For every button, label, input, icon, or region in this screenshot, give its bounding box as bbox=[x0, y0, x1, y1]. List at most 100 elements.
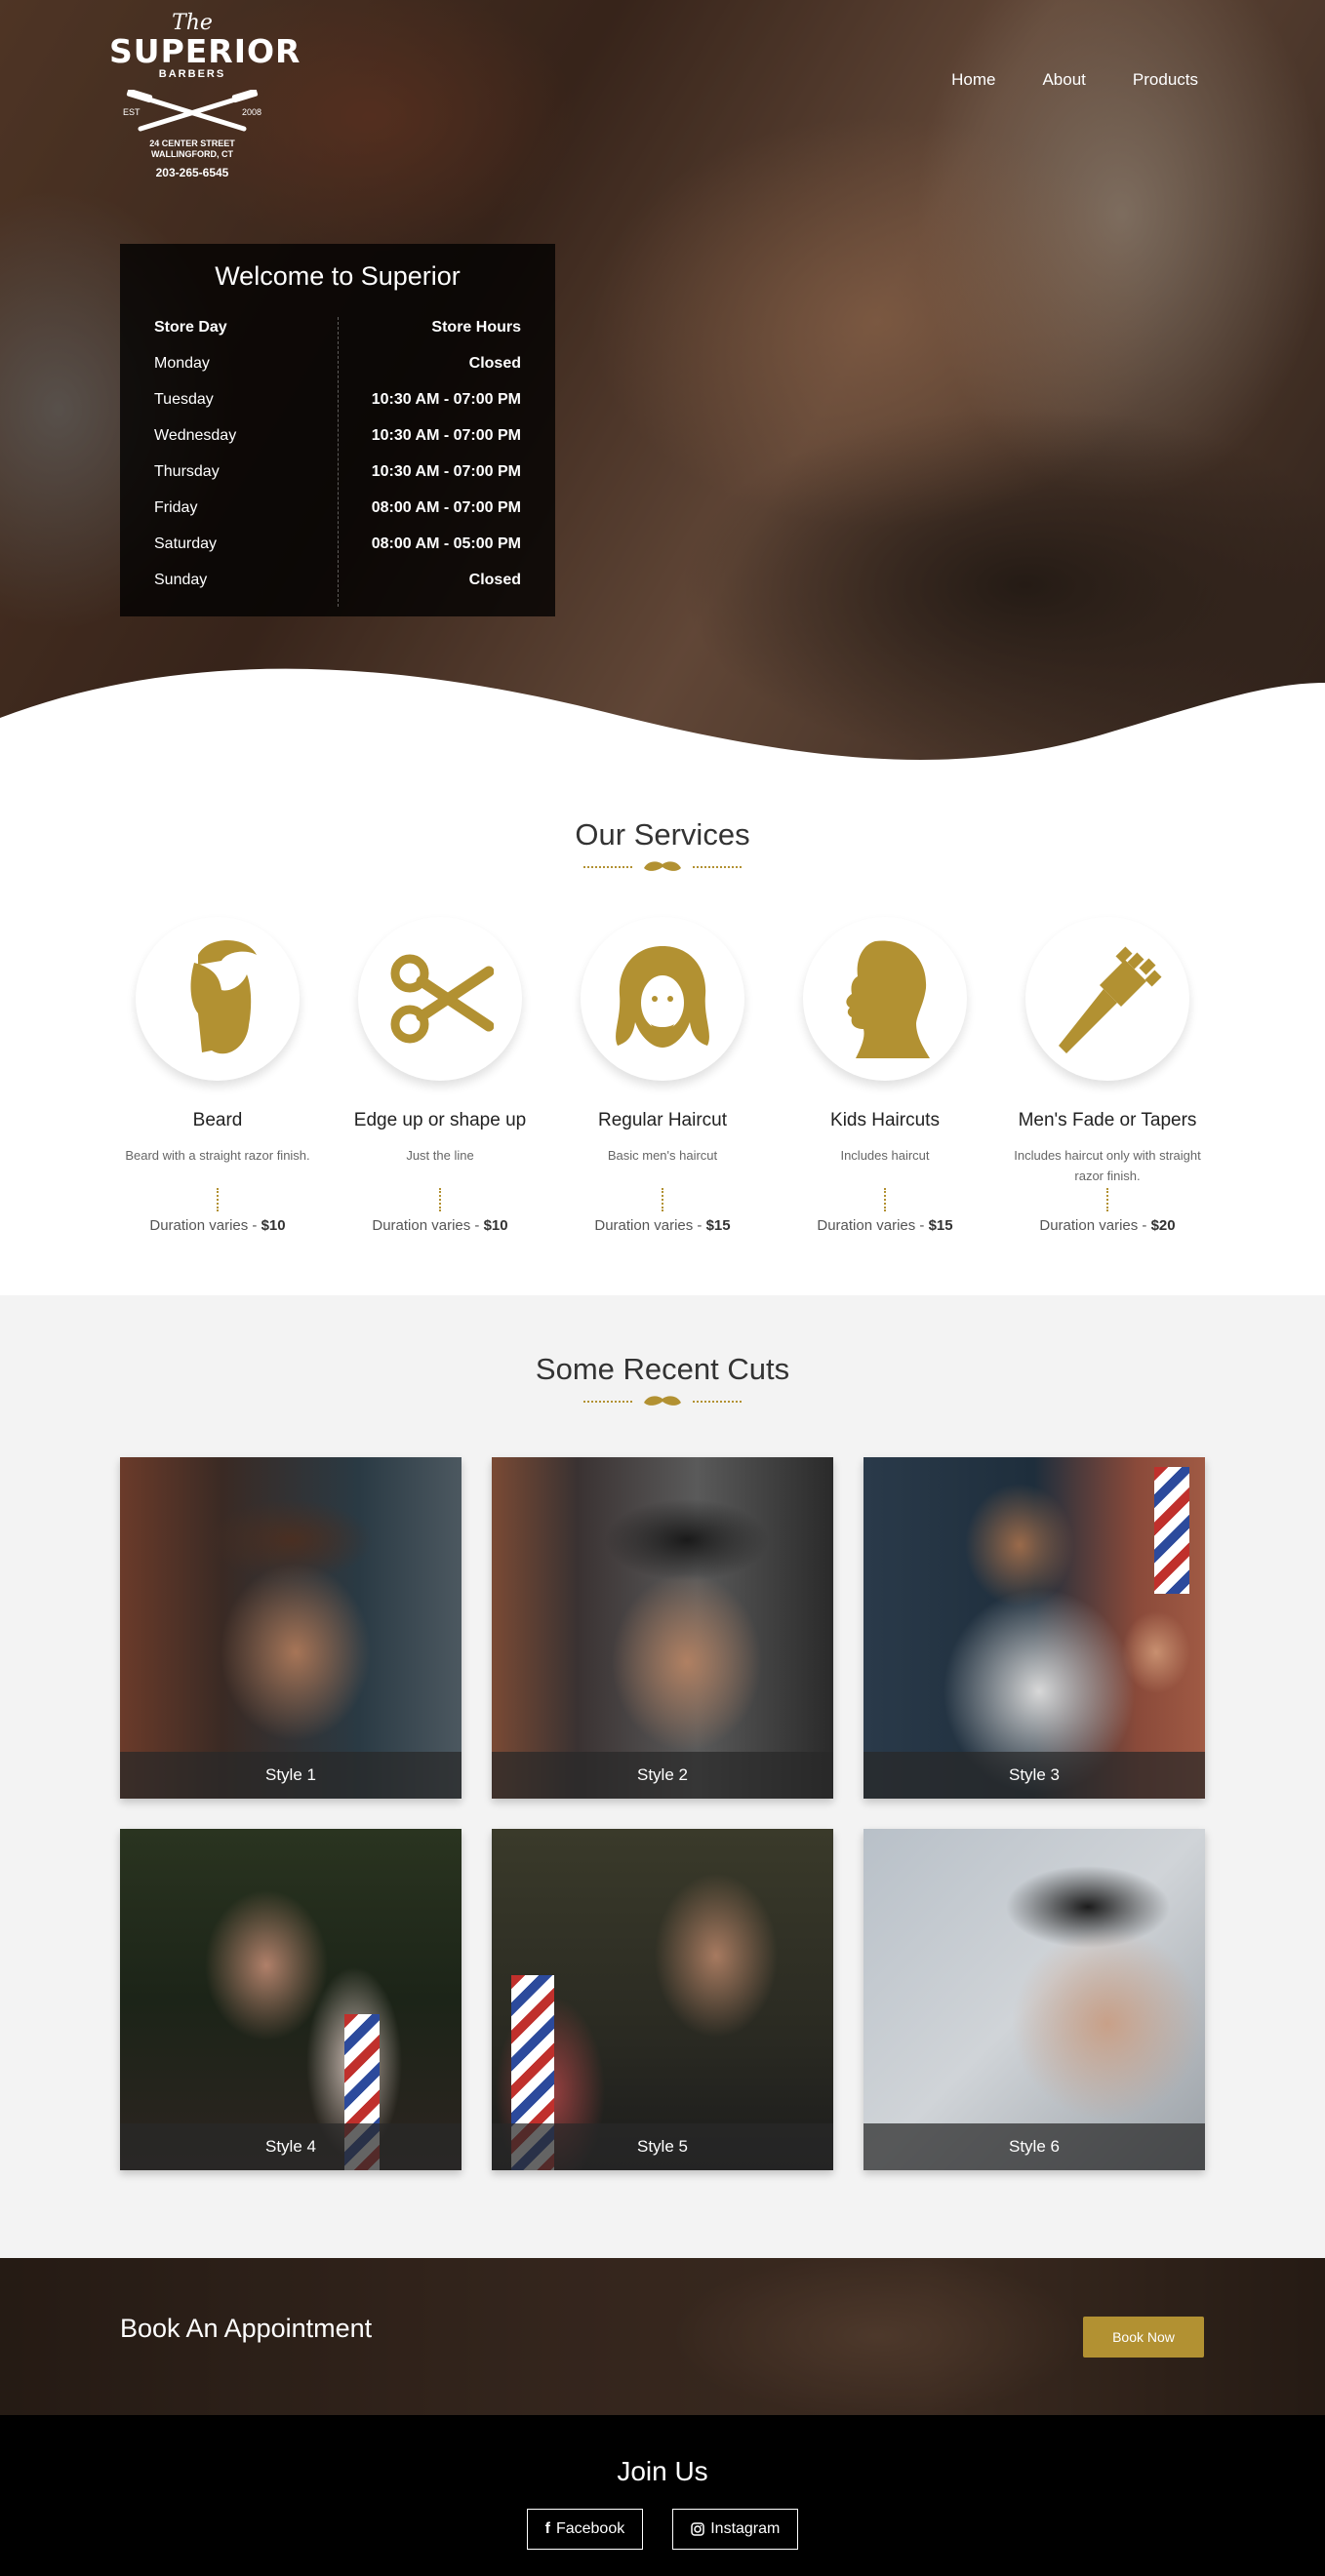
service-name: Kids Haircuts bbox=[830, 1110, 940, 1130]
clipper-icon bbox=[1059, 946, 1162, 1053]
service-icon-circle bbox=[803, 917, 967, 1081]
service-price: $15 bbox=[705, 1217, 731, 1234]
nav-products-link[interactable]: Products bbox=[1133, 70, 1198, 90]
service-name: Regular Haircut bbox=[598, 1110, 727, 1130]
service-duration: Duration varies - $15 bbox=[787, 1217, 983, 1234]
day-label: Monday bbox=[154, 354, 210, 372]
section-divider bbox=[0, 860, 1325, 874]
service-duration: Duration varies - $10 bbox=[342, 1217, 538, 1234]
dotted-divider bbox=[439, 1188, 441, 1211]
day-label: Thursday bbox=[154, 462, 220, 480]
service-name: Men's Fade or Tapers bbox=[1018, 1110, 1197, 1130]
main-nav: Home About Products bbox=[951, 70, 1198, 90]
logo-year-text: 2008 bbox=[241, 107, 261, 117]
time-value: Closed bbox=[468, 571, 521, 588]
gallery-tile[interactable]: Style 3 bbox=[863, 1457, 1205, 1799]
tile-caption: Style 3 bbox=[863, 1752, 1205, 1799]
services-section: Our Services Beard Beard with a straight… bbox=[0, 780, 1325, 1295]
duration-label: Duration varies - bbox=[817, 1217, 929, 1234]
day-label: Wednesday bbox=[154, 426, 237, 444]
gallery-tile[interactable]: Style 6 bbox=[863, 1829, 1205, 2170]
gallery-tile[interactable]: Style 2 bbox=[492, 1457, 833, 1799]
beard-icon bbox=[190, 940, 257, 1054]
hours-divider bbox=[338, 317, 339, 607]
gallery-tile[interactable]: Style 1 bbox=[120, 1457, 462, 1799]
hero-section: The SUPERIOR BARBERS EST 2008 24 CENTER … bbox=[0, 0, 1325, 761]
address-line-2: WALLINGFORD, CT bbox=[151, 149, 233, 159]
gallery-tile[interactable]: Style 5 bbox=[492, 1829, 833, 2170]
tile-caption: Style 1 bbox=[120, 1752, 462, 1799]
service-desc: Basic men's haircut bbox=[607, 1148, 718, 1163]
service-desc: Includes haircut bbox=[840, 1148, 930, 1163]
facebook-button[interactable]: f Facebook bbox=[526, 2509, 644, 2550]
barber-pole-image bbox=[1154, 1467, 1189, 1594]
facebook-icon: f bbox=[544, 2520, 550, 2537]
tile-caption: Style 4 bbox=[120, 2123, 462, 2170]
child-head-icon bbox=[846, 940, 930, 1058]
tile-caption: Style 2 bbox=[492, 1752, 833, 1799]
dotted-divider bbox=[1106, 1188, 1108, 1211]
service-card[interactable]: Kids Haircuts Includes haircut Duration … bbox=[787, 917, 983, 1234]
nav-about-link[interactable]: About bbox=[1042, 70, 1085, 90]
duration-label: Duration varies - bbox=[149, 1217, 261, 1234]
book-now-button[interactable]: Book Now bbox=[1083, 2317, 1204, 2358]
address-line-1: 24 CENTER STREET bbox=[149, 139, 235, 148]
social-links: f Facebook Instagram bbox=[0, 2509, 1325, 2550]
service-name: Beard bbox=[192, 1110, 243, 1130]
duration-label: Duration varies - bbox=[1039, 1217, 1151, 1234]
day-label: Sunday bbox=[154, 571, 208, 588]
mustache-icon bbox=[644, 1396, 681, 1406]
duration-label: Duration varies - bbox=[594, 1217, 706, 1234]
col-hours-header: Store Hours bbox=[431, 318, 521, 336]
cuts-title: Some Recent Cuts bbox=[535, 1352, 790, 1386]
time-value: Closed bbox=[468, 354, 521, 372]
time-value: 08:00 AM - 07:00 PM bbox=[371, 498, 521, 516]
tile-caption: Style 5 bbox=[492, 2123, 833, 2170]
col-day-header: Store Day bbox=[154, 318, 227, 336]
hero-wave-divider bbox=[0, 668, 1325, 761]
recent-cuts-section: Some Recent Cuts Style 1 Style 2 Style 3… bbox=[0, 1295, 1325, 2258]
long-hair-icon bbox=[616, 946, 709, 1048]
logo-phone: 203-265-6545 bbox=[155, 166, 229, 179]
section-divider bbox=[0, 1395, 1325, 1408]
service-icon-circle bbox=[136, 917, 300, 1081]
superior-barbers-logo[interactable]: The SUPERIOR BARBERS EST 2008 24 CENTER … bbox=[109, 12, 301, 187]
service-price: $15 bbox=[928, 1217, 953, 1234]
day-label: Friday bbox=[154, 498, 198, 516]
logo-est-text: EST bbox=[123, 107, 141, 117]
time-value: 08:00 AM - 05:00 PM bbox=[371, 535, 521, 552]
service-price: $10 bbox=[261, 1217, 286, 1234]
store-hours-panel: Welcome to Superior Store Day Store Hour… bbox=[120, 244, 555, 616]
instagram-label: Instagram bbox=[710, 2520, 781, 2537]
dotted-divider bbox=[217, 1188, 219, 1211]
nav-home-link[interactable]: Home bbox=[951, 70, 995, 90]
instagram-icon bbox=[691, 2522, 704, 2536]
time-value: 10:30 AM - 07:00 PM bbox=[371, 426, 521, 444]
service-card[interactable]: Regular Haircut Basic men's haircut Dura… bbox=[565, 917, 760, 1234]
gallery-tile[interactable]: Style 4 bbox=[120, 1829, 462, 2170]
dotted-divider bbox=[662, 1188, 663, 1211]
dotted-divider bbox=[884, 1188, 886, 1211]
service-duration: Duration varies - $15 bbox=[565, 1217, 760, 1234]
hours-title: Welcome to Superior bbox=[215, 261, 461, 291]
service-icon-circle bbox=[358, 917, 522, 1081]
service-card[interactable]: Edge up or shape up Just the line Durati… bbox=[342, 917, 538, 1234]
logo-address: 24 CENTER STREET WALLINGFORD, CT bbox=[109, 139, 275, 160]
service-card[interactable]: Beard Beard with a straight razor finish… bbox=[120, 917, 315, 1234]
logo-name-text: SUPERIOR bbox=[109, 32, 301, 70]
mustache-icon bbox=[644, 861, 681, 871]
duration-label: Duration varies - bbox=[372, 1217, 484, 1234]
time-value: 10:30 AM - 07:00 PM bbox=[371, 390, 521, 408]
day-label: Saturday bbox=[154, 535, 218, 552]
day-label: Tuesday bbox=[154, 390, 214, 408]
scissors-icon bbox=[390, 954, 494, 1044]
service-desc: Beard with a straight razor finish. bbox=[125, 1148, 310, 1163]
service-name: Edge up or shape up bbox=[353, 1110, 527, 1130]
service-card[interactable]: Men's Fade or Tapers Includes haircut on… bbox=[1010, 917, 1205, 1234]
services-title: Our Services bbox=[575, 817, 750, 852]
footer-title: Join Us bbox=[617, 2456, 708, 2486]
services-grid: Beard Beard with a straight razor finish… bbox=[120, 917, 1205, 1234]
service-price: $10 bbox=[483, 1217, 508, 1234]
instagram-button[interactable]: Instagram bbox=[672, 2509, 799, 2550]
footer: Join Us f Facebook Instagram bbox=[0, 2415, 1325, 2576]
